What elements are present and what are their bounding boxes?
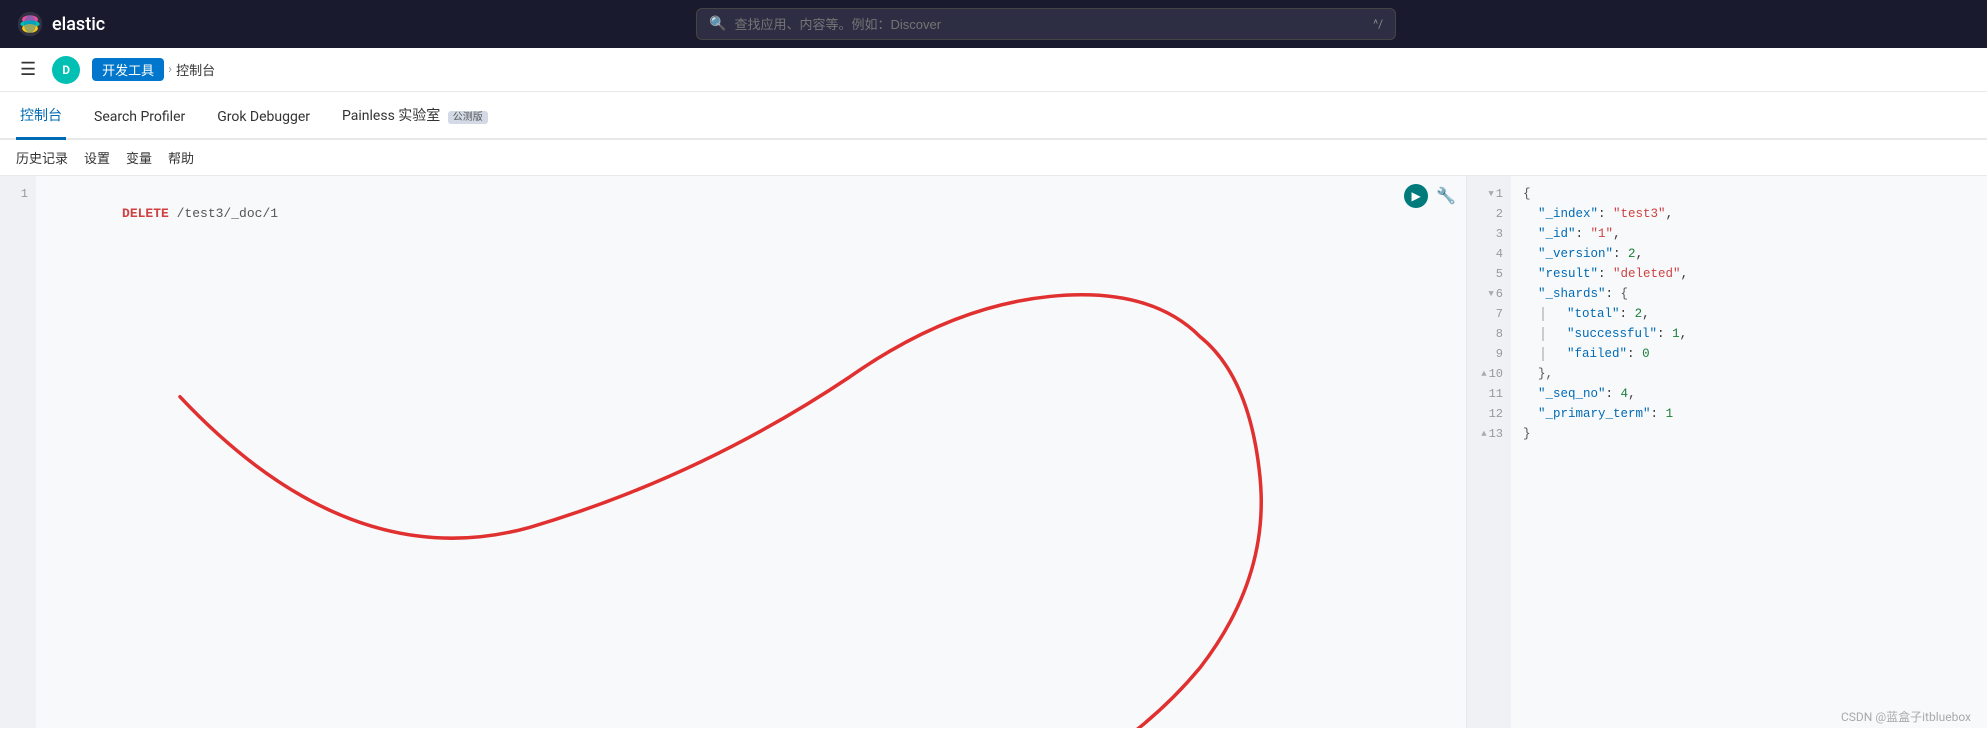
output-line-4: "_version": 2,	[1523, 244, 1975, 264]
editor-actions: ▶ 🔧	[1404, 184, 1458, 208]
run-button[interactable]: ▶	[1404, 184, 1428, 208]
output-ln-13: ▲13	[1467, 424, 1511, 444]
output-line-1: {	[1523, 184, 1975, 204]
output-pane: ▼1 2 3 4 5 ▼6 7 8 9 ▲10 11 12 ▲13 { "_in…	[1467, 176, 1987, 728]
code-area[interactable]: DELETE /test3/_doc/1	[36, 176, 1466, 728]
tab-navigation: 控制台 Search Profiler Grok Debugger Painle…	[0, 92, 1987, 140]
tab-console[interactable]: 控制台	[16, 105, 66, 140]
user-avatar[interactable]: D	[52, 56, 80, 84]
secondary-nav: ☰ D 开发工具 › 控制台	[0, 48, 1987, 92]
search-shortcut: ^/	[1373, 17, 1383, 31]
output-code-area[interactable]: { "_index": "test3", "_id": "1", "_versi…	[1511, 176, 1987, 728]
output-ln-9: 9	[1467, 344, 1511, 364]
output-ln-7: 7	[1467, 304, 1511, 324]
output-line-7: "total": 2,	[1523, 304, 1975, 324]
output-content: ▼1 2 3 4 5 ▼6 7 8 9 ▲10 11 12 ▲13 { "_in…	[1467, 176, 1987, 728]
output-line-5: "result": "deleted",	[1523, 264, 1975, 284]
tab-grok-debugger[interactable]: Grok Debugger	[213, 109, 314, 140]
breadcrumb-separator: ›	[168, 62, 172, 77]
output-line-11: "_seq_no": 4,	[1523, 384, 1975, 404]
output-line-8: "successful": 1,	[1523, 324, 1975, 344]
main-area: 1 DELETE /test3/_doc/1 ▶ 🔧 ▼1 2 3 4 5 ▼6	[0, 176, 1987, 728]
output-ln-10: ▲10	[1467, 364, 1511, 384]
fold-icon-6[interactable]: ▼	[1488, 284, 1493, 304]
code-line-1: DELETE /test3/_doc/1	[44, 184, 1458, 244]
keyword-delete: DELETE	[122, 206, 169, 221]
editor-content: 1 DELETE /test3/_doc/1	[0, 176, 1466, 728]
fold-icon-13[interactable]: ▲	[1481, 424, 1486, 444]
output-line-numbers: ▼1 2 3 4 5 ▼6 7 8 9 ▲10 11 12 ▲13	[1467, 176, 1511, 728]
editor-pane: 1 DELETE /test3/_doc/1 ▶ 🔧	[0, 176, 1467, 728]
hamburger-button[interactable]: ☰	[16, 55, 40, 84]
tools-button[interactable]: 🔧	[1434, 184, 1458, 208]
tab-painless-lab[interactable]: Painless 实验室 公测版	[338, 105, 492, 140]
output-line-12: "_primary_term": 1	[1523, 404, 1975, 424]
fold-icon-10[interactable]: ▲	[1481, 364, 1486, 384]
output-ln-1: ▼1	[1467, 184, 1511, 204]
output-ln-12: 12	[1467, 404, 1511, 424]
line-number-1: 1	[0, 184, 36, 204]
output-ln-4: 4	[1467, 244, 1511, 264]
elastic-logo-icon	[16, 10, 44, 38]
elastic-logo: elastic	[16, 10, 105, 38]
output-line-10: },	[1523, 364, 1975, 384]
code-path: /test3/_doc/1	[169, 206, 278, 221]
output-line-3: "_id": "1",	[1523, 224, 1975, 244]
watermark: CSDN @蓝盒子itbluebox	[1841, 708, 1971, 725]
editor-line-numbers: 1	[0, 176, 36, 728]
painless-badge: 公测版	[448, 111, 488, 124]
toolbar-help[interactable]: 帮助	[168, 148, 194, 167]
output-ln-2: 2	[1467, 204, 1511, 224]
fold-icon-1[interactable]: ▼	[1488, 184, 1493, 204]
output-ln-8: 8	[1467, 324, 1511, 344]
breadcrumb-link[interactable]: 开发工具	[92, 58, 164, 81]
output-ln-6: ▼6	[1467, 284, 1511, 304]
brand-name: elastic	[52, 14, 105, 35]
search-input[interactable]	[735, 17, 1366, 32]
toolbar-variables[interactable]: 变量	[126, 148, 152, 167]
breadcrumb-current: 控制台	[176, 60, 215, 79]
search-icon: 🔍	[709, 16, 726, 32]
output-line-9: "failed": 0	[1523, 344, 1975, 364]
output-line-2: "_index": "test3",	[1523, 204, 1975, 224]
output-ln-3: 3	[1467, 224, 1511, 244]
toolbar-settings[interactable]: 设置	[84, 148, 110, 167]
output-ln-11: 11	[1467, 384, 1511, 404]
toolbar-history[interactable]: 历史记录	[16, 148, 68, 167]
output-line-13: }	[1523, 424, 1975, 444]
output-line-6: "_shards": {	[1523, 284, 1975, 304]
output-ln-5: 5	[1467, 264, 1511, 284]
toolbar: 历史记录 设置 变量 帮助	[0, 140, 1987, 176]
tab-search-profiler[interactable]: Search Profiler	[90, 109, 189, 140]
top-navbar: elastic 🔍 ^/	[0, 0, 1987, 48]
global-search-bar[interactable]: 🔍 ^/	[696, 8, 1396, 40]
breadcrumb: 开发工具 › 控制台	[92, 58, 215, 81]
